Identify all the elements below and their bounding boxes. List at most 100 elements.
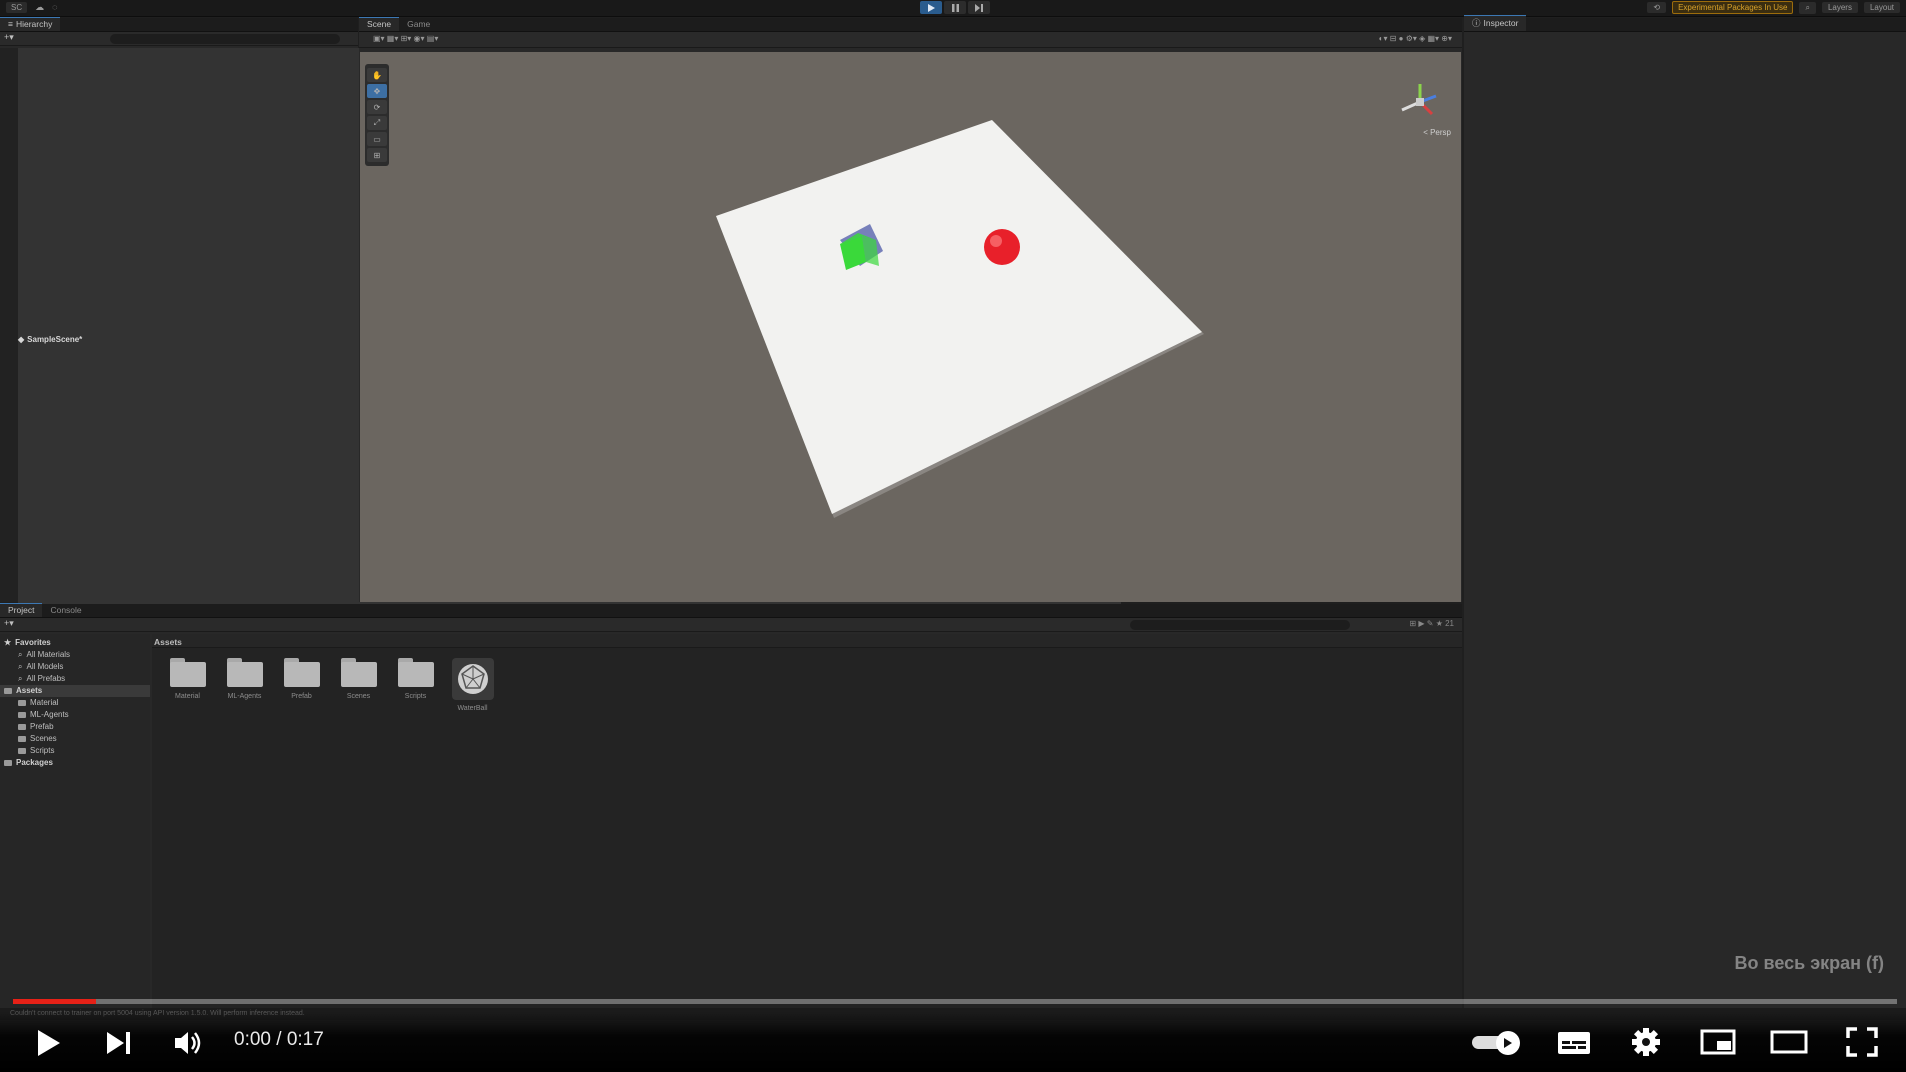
project-tree-label: ML-Agents <box>30 710 69 719</box>
asset-label: Scripts <box>404 693 427 700</box>
project-tree-item[interactable]: ML-Agents <box>0 709 150 721</box>
rect-tool-button[interactable]: ▭ <box>367 132 387 146</box>
video-progress-bar[interactable] <box>13 999 1897 1004</box>
scene-viewport[interactable]: ✋ ✥ ⟳ ⤢ ▭ ⊞ < Persp <box>360 52 1461 602</box>
project-filter-buttons[interactable]: ⊞ ▶ ✎ ★ 21 <box>1409 619 1454 628</box>
editor-toolbar: SC ☁ ◌ ⟲ Experimental Packages In Use ⌕ … <box>0 0 1906 17</box>
project-create-button[interactable]: +▾ <box>4 618 14 629</box>
layers-dropdown[interactable]: Layers <box>1821 2 1858 13</box>
tab-game[interactable]: Game <box>399 18 438 31</box>
volume-icon <box>175 1032 201 1054</box>
tab-hierarchy[interactable]: ≡ Hierarchy <box>0 17 61 31</box>
tab-console[interactable]: Console <box>42 604 89 617</box>
create-button[interactable]: +▾ <box>4 32 14 43</box>
step-button[interactable] <box>968 1 990 14</box>
project-tree-item[interactable]: ⌕ All Models <box>0 661 150 673</box>
move-tool-button[interactable]: ✥ <box>367 84 387 98</box>
play-icon <box>927 3 935 12</box>
theater-mode-button[interactable] <box>1769 1026 1809 1058</box>
video-play-button[interactable] <box>32 1026 66 1060</box>
account-dropdown[interactable]: SC <box>6 2 28 13</box>
list-icon: ≡ <box>8 19 13 29</box>
search-icon: ⌕ <box>18 662 23 671</box>
folder-icon <box>18 724 26 730</box>
tab-inspector[interactable]: ⓘ Inspector <box>1464 15 1527 31</box>
search-icon[interactable]: ⌕ <box>1799 1 1816 14</box>
asset-item[interactable]: WaterBall <box>451 658 494 712</box>
project-tree-item[interactable]: Assets <box>0 685 150 697</box>
hand-icon: ✋ <box>372 70 382 80</box>
scale-tool-button[interactable]: ⤢ <box>367 116 387 130</box>
asset-item[interactable]: Material <box>166 658 209 712</box>
project-search-input[interactable] <box>1130 620 1350 630</box>
tab-scene[interactable]: Scene <box>359 17 400 31</box>
transform-icon: ⊞ <box>373 150 381 160</box>
hierarchy-panel: ≡Hierarchy +▾ ◆SampleScene*Directional L… <box>0 17 1121 1002</box>
project-tree-label: Assets <box>16 686 43 695</box>
orientation-gizmo[interactable] <box>1401 84 1437 116</box>
project-tree-item[interactable]: Packages <box>0 757 150 769</box>
perspective-label[interactable]: < Persp <box>1423 128 1451 137</box>
folder-icon <box>18 700 26 706</box>
history-icon[interactable]: ⟲ <box>1647 2 1667 13</box>
theater-icon <box>1770 1030 1808 1054</box>
project-tree-label: All Models <box>26 662 64 671</box>
folder-icon <box>283 658 321 688</box>
video-progress-fill <box>13 999 96 1004</box>
transform-tool-button[interactable]: ⊞ <box>367 148 387 162</box>
experimental-packages-badge[interactable]: Experimental Packages In Use <box>1672 1 1794 14</box>
prefab-icon <box>451 658 494 700</box>
rotate-tool-button[interactable]: ⟳ <box>367 100 387 114</box>
project-panel: Project Console +▾ ⊞ ▶ ✎ ★ 21 ★ Favorites ⌕… <box>0 603 1462 1020</box>
scene-view-options[interactable]: ◐▾ ⊟ ● ⚙▾ ◈ ▦▾ ⊕▾ <box>1379 34 1452 43</box>
asset-item[interactable]: Scripts <box>394 658 437 712</box>
folder-icon <box>226 658 264 688</box>
settings-button[interactable] <box>1628 1024 1664 1060</box>
project-tree-item[interactable]: ⌕ All Prefabs <box>0 673 150 685</box>
folder-icon <box>18 736 26 742</box>
draw-mode-dropdown[interactable]: ▣▾ ▦▾ ⊞▾ ◉▾ ▤▾ <box>373 34 438 43</box>
project-tree-item[interactable]: Prefab <box>0 721 150 733</box>
fullscreen-hint: Во весь экран (f) <box>1734 953 1884 973</box>
sphere-object[interactable] <box>984 229 1020 265</box>
fullscreen-button[interactable] <box>1843 1024 1881 1060</box>
project-tree-item[interactable]: ★ Favorites <box>0 637 150 649</box>
project-tree-item[interactable]: ⌕ All Materials <box>0 649 150 661</box>
gear-icon <box>1632 1028 1660 1056</box>
play-button[interactable] <box>920 1 942 14</box>
scene-toolbar: ▣▾ ▦▾ ⊞▾ ◉▾ ▤▾ ◐▾ ⊟ ● ⚙▾ ◈ ▦▾ ⊕▾ <box>359 32 1462 48</box>
project-tree-label: Packages <box>16 758 53 767</box>
hierarchy-gutter <box>0 48 18 602</box>
breadcrumb[interactable]: Assets <box>152 634 1462 648</box>
project-tree-item[interactable]: Scenes <box>0 733 150 745</box>
pause-button[interactable] <box>944 1 966 14</box>
hand-tool-button[interactable]: ✋ <box>367 68 387 82</box>
folder-icon <box>18 712 26 718</box>
tab-label: Scene <box>367 19 392 29</box>
tab-project[interactable]: Project <box>0 603 43 617</box>
cloud-icon[interactable]: ☁ <box>35 2 44 13</box>
collab-icon[interactable]: ◌ <box>52 2 57 13</box>
hierarchy-search-input[interactable] <box>110 34 340 44</box>
fullscreen-icon <box>1846 1027 1878 1057</box>
video-next-button[interactable] <box>102 1026 136 1060</box>
video-volume-button[interactable] <box>172 1026 206 1060</box>
project-tree-item[interactable]: Material <box>0 697 150 709</box>
autoplay-toggle[interactable] <box>1472 1028 1522 1056</box>
asset-item[interactable]: Prefab <box>280 658 323 712</box>
subtitles-button[interactable] <box>1556 1028 1592 1058</box>
asset-item[interactable]: ML-Agents <box>223 658 266 712</box>
project-tree-item[interactable]: Scripts <box>0 745 150 757</box>
miniplayer-button[interactable] <box>1699 1026 1737 1058</box>
layout-dropdown[interactable]: Layout <box>1863 2 1900 13</box>
tab-label: Project <box>8 605 35 615</box>
project-tree-label: All Materials <box>26 650 71 659</box>
asset-item[interactable]: Scenes <box>337 658 380 712</box>
project-tree-label: Material <box>30 698 59 707</box>
autoplay-play-icon <box>1504 1038 1512 1048</box>
scene-icon: ◆ <box>18 335 25 344</box>
search-icon: ⌕ <box>18 650 23 659</box>
scale-icon: ⤢ <box>373 118 381 127</box>
tab-label: Console <box>50 605 82 615</box>
subtitles-icon <box>1558 1032 1590 1054</box>
